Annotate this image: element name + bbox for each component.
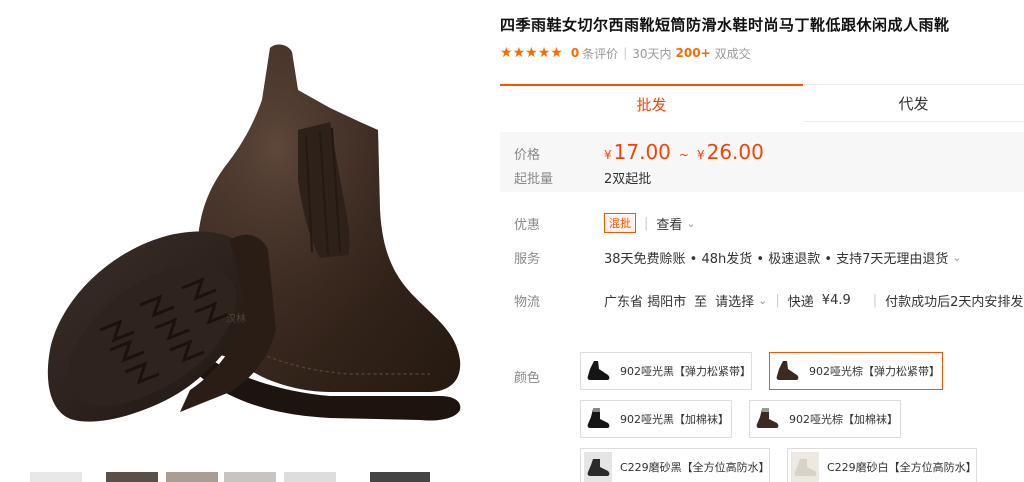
color-option[interactable]: C229磨砂白【全方位高防水】 [787,448,977,482]
thumbnail[interactable] [106,472,158,482]
express-label: 快递 [787,295,814,310]
promo-label: 优惠 [514,218,541,233]
deal-label: 双成交 [714,46,751,61]
chevron-down-icon[interactable]: ⌄ [758,294,767,307]
logistics-row: 物流 广东省 揭阳市 至 请选择 ⌄ | 快递 ¥4.9 | 付款成功后2天内安… [514,291,1024,311]
boot-thumbnail [753,404,781,434]
boot-thumbnail [773,356,801,386]
thumbnail[interactable] [370,472,430,482]
logistics-label: 物流 [514,295,541,310]
color-option[interactable]: 902哑光黑【加棉袜】 [580,400,732,438]
color-option-selected[interactable]: 902哑光棕【弹力松紧带】 [769,352,943,390]
color-label: 颜色 [514,371,541,386]
color-option-label: C229磨砂黑【全方位高防水】 [620,461,770,474]
boot-thumbnail [584,404,612,434]
moq-value: 2双起批 [604,172,652,187]
chevron-down-icon[interactable]: ⌄ [686,217,695,230]
service-row: 服务 38天免费赊账 • 48h发货 • 极速退款 • 支持7天无理由退货 ⌄ [514,248,1024,268]
shipping-fee: ¥4.9 [821,293,851,308]
divider: | [644,215,649,231]
review-count[interactable]: 0 [571,46,579,60]
price-min: 17.00 [613,140,671,164]
ship-origin: 广东省 揭阳市 [604,295,687,310]
color-selector: 颜色 902哑光黑【弹力松紧带】 902哑光棕【弹力松紧带】 902哑光黑【加棉… [514,345,1024,482]
to-label: 至 [694,295,708,310]
color-option-label: 902哑光棕【弹力松紧带】 [809,365,940,378]
ship-note: 付款成功后2天内安排发货 [885,295,1024,310]
color-option[interactable]: 902哑光棕【加棉袜】 [749,400,901,438]
color-option[interactable]: 902哑光黑【弹力松紧带】 [580,352,752,390]
price-max: 26.00 [706,140,764,164]
review-label[interactable]: 条评价 [582,45,618,62]
color-option-label: C229磨砂白【全方位高防水】 [827,461,977,474]
thumbnail[interactable] [166,472,218,482]
star-icon: ★ [525,45,538,61]
product-info-panel: 四季雨鞋女切尔西雨靴短筒防滑水鞋时尚马丁靴低跟休闲成人雨靴 ★ ★ ★ ★ ★ … [500,0,1024,482]
service-label: 服务 [514,252,541,267]
currency-symbol: ¥ [604,148,612,162]
divider: | [872,293,878,308]
color-option-label: 902哑光黑【加棉袜】 [620,413,729,426]
thumbnail[interactable] [30,472,82,482]
color-option-label: 902哑光黑【弹力松紧带】 [620,365,751,378]
product-title: 四季雨鞋女切尔西雨靴短筒防滑水鞋时尚马丁靴低跟休闲成人雨靴 [500,16,950,34]
promo-row: 优惠 混批 | 查看 ⌄ [514,213,1024,233]
service-values[interactable]: 38天免费赊账 • 48h发货 • 极速退款 • 支持7天无理由退货 ⌄ [604,248,962,267]
star-icon: ★ [537,45,551,61]
price-range: ¥ 17.00 ~ ¥ 26.00 [604,140,764,164]
tab-dropship[interactable]: 代发 [803,84,1024,122]
color-option[interactable]: C229磨砂黑【全方位高防水】 [580,448,770,482]
currency-symbol: ¥ [696,148,705,162]
promo-values: 混批 | 查看 ⌄ [604,213,696,233]
promo-tag: 混批 [604,213,636,233]
thumbnail-strip [30,470,475,482]
promo-view-link[interactable]: 查看 [656,214,682,233]
period-label: 30天内 [632,46,672,61]
boot-thumbnail [791,452,819,482]
thumbnail[interactable] [284,472,336,482]
divider: | [623,46,628,60]
tab-wholesale[interactable]: 批发 [500,84,803,122]
boot-thumbnail [584,452,612,482]
product-main-image[interactable]: 汉林 [30,30,470,450]
color-option-label: 902哑光棕【加棉袜】 [789,413,898,426]
price-box: 价格 ¥ 17.00 ~ ¥ 26.00 起批量 2双起批 [500,132,1024,192]
purchase-mode-tabs: 批发 代发 [500,84,1024,122]
svg-text:汉林: 汉林 [226,312,246,325]
destination-select[interactable]: 请选择 [715,291,754,310]
star-icon: ★ [500,45,513,61]
star-icon: ★ [550,45,563,61]
thumbnail[interactable] [224,472,276,482]
rating-stars: ★ ★ ★ ★ ★ [500,45,563,61]
product-gallery: 汉林 [0,0,490,482]
rating-row: ★ ★ ★ ★ ★ 0 条评价 | 30天内 200+ 双成交 [500,44,751,62]
moq-label: 起批量 [514,172,554,187]
divider: | [775,293,780,308]
price-tilde: ~ [678,148,689,162]
chevron-down-icon[interactable]: ⌄ [952,251,961,264]
logistics-values: 广东省 揭阳市 至 请选择 ⌄ | 快递 ¥4.9 | 付款成功后2天内安排发货 [604,291,1024,310]
deal-count: 200+ [675,46,711,60]
boot-thumbnail [584,356,612,386]
star-icon: ★ [512,45,526,61]
price-label: 价格 [514,148,541,163]
service-text: 38天免费赊账 • 48h发货 • 极速退款 • 支持7天无理由退货 [604,252,949,267]
